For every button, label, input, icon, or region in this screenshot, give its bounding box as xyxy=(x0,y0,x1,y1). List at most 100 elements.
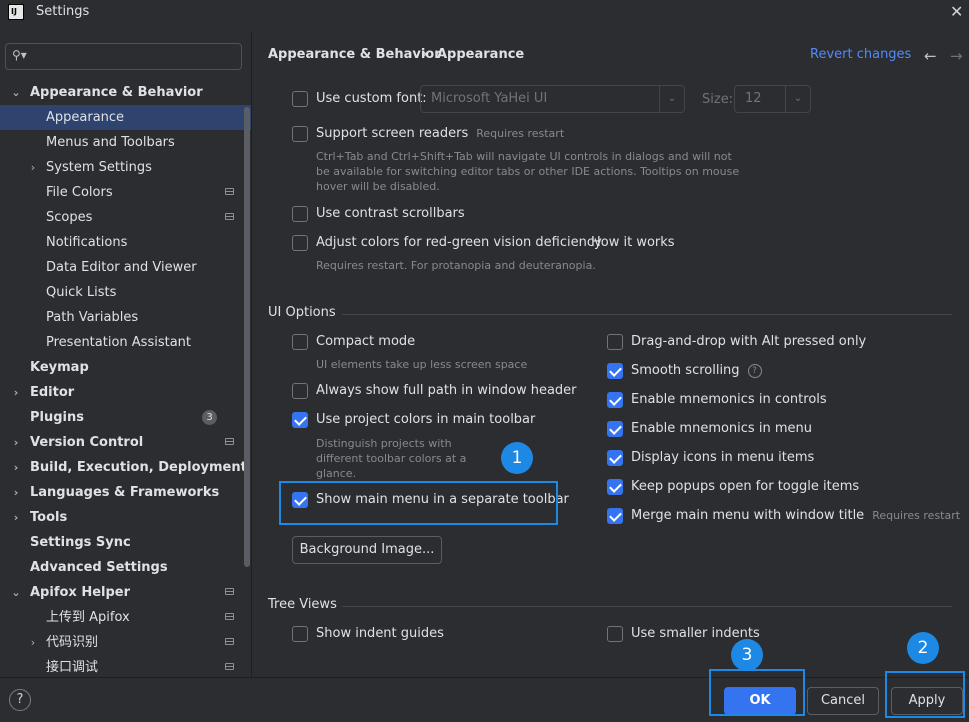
sidebar-item-label: 上传到 Apifox xyxy=(46,610,130,625)
back-arrow-icon[interactable]: ← xyxy=(924,47,937,65)
sidebar-item-tools[interactable]: › Tools xyxy=(0,505,251,530)
chevron-right-icon: › xyxy=(30,636,36,649)
project-level-icon xyxy=(225,588,234,595)
sidebar-item-data-editor[interactable]: Data Editor and Viewer xyxy=(0,255,251,280)
merge-main-menu-label: Merge main menu with window title Require… xyxy=(631,508,960,523)
font-select[interactable]: Microsoft YaHei UI ⌄ xyxy=(420,85,685,113)
close-icon[interactable]: ✕ xyxy=(950,2,963,21)
project-colors-hint: Distinguish projects with different tool… xyxy=(316,437,467,480)
indent-guides-checkbox[interactable] xyxy=(292,626,308,642)
screen-readers-text: Support screen readers xyxy=(316,126,469,141)
keep-popups-checkbox[interactable] xyxy=(607,479,623,495)
mnemonics-controls-checkbox[interactable] xyxy=(607,392,623,408)
sidebar-item-label: Scopes xyxy=(46,210,93,225)
sidebar-item-plugins[interactable]: Plugins 3 xyxy=(0,405,251,430)
sidebar-item-label: Build, Execution, Deployment xyxy=(30,460,247,475)
screen-readers-checkbox[interactable] xyxy=(292,126,308,142)
contrast-scrollbars-label: Use contrast scrollbars xyxy=(316,206,465,221)
sidebar-item-label: Presentation Assistant xyxy=(46,335,191,350)
menu-icons-checkbox[interactable] xyxy=(607,450,623,466)
sidebar-item-upload-apifox[interactable]: 上传到 Apifox xyxy=(0,605,251,630)
sidebar-item-label: Settings Sync xyxy=(30,535,131,550)
compact-mode-checkbox[interactable] xyxy=(292,334,308,350)
sidebar-item-label: Notifications xyxy=(46,235,128,250)
help-button[interactable]: ? xyxy=(9,689,31,711)
mnemonics-menu-label: Enable mnemonics in menu xyxy=(631,421,812,436)
sidebar-item-settings-sync[interactable]: Settings Sync xyxy=(0,530,251,555)
smaller-indents-checkbox[interactable] xyxy=(607,626,623,642)
menu-icons-label: Display icons in menu items xyxy=(631,450,815,465)
sidebar-item-version-control[interactable]: › Version Control xyxy=(0,430,251,455)
color-deficiency-label: Adjust colors for red-green vision defic… xyxy=(316,235,602,250)
chevron-right-icon: › xyxy=(13,386,19,399)
sidebar-item-label: Version Control xyxy=(30,435,144,450)
sidebar-item-appearance[interactable]: Appearance xyxy=(0,105,251,130)
compact-mode-label: Compact mode xyxy=(316,334,416,349)
mnemonics-menu-checkbox[interactable] xyxy=(607,421,623,437)
custom-font-checkbox[interactable] xyxy=(292,91,308,107)
sidebar-scrollbar[interactable] xyxy=(244,107,250,567)
sidebar-item-quick-lists[interactable]: Quick Lists xyxy=(0,280,251,305)
chevron-down-icon: ⌄ xyxy=(11,86,21,99)
forward-arrow-icon[interactable]: → xyxy=(950,47,963,65)
sidebar-item-api-debug[interactable]: 接口调试 xyxy=(0,655,251,677)
sidebar-item-label: Tools xyxy=(30,510,68,525)
window-title: Settings xyxy=(36,4,90,19)
sidebar-item-keymap[interactable]: Keymap xyxy=(0,355,251,380)
smooth-scrolling-label: Smooth scrolling? xyxy=(631,363,762,378)
background-image-button[interactable]: Background Image... xyxy=(292,536,442,564)
project-level-icon xyxy=(225,188,234,195)
requires-restart-hint: Requires restart xyxy=(872,509,961,522)
search-input[interactable]: ⚲▾ xyxy=(5,43,242,70)
sidebar-item-file-colors[interactable]: File Colors xyxy=(0,180,251,205)
full-path-checkbox[interactable] xyxy=(292,383,308,399)
tree-views-heading: Tree Views xyxy=(268,597,337,612)
section-separator xyxy=(342,606,952,607)
sidebar-item-path-variables[interactable]: Path Variables xyxy=(0,305,251,330)
step-marker-2: 2 xyxy=(907,632,939,664)
color-deficiency-checkbox[interactable] xyxy=(292,235,308,251)
breadcrumb-parent[interactable]: Appearance & Behavior xyxy=(268,47,441,62)
settings-sidebar: ⚲▾ ⌄ Appearance & Behavior Appearance Me… xyxy=(0,32,251,677)
sidebar-item-scopes[interactable]: Scopes xyxy=(0,205,251,230)
smooth-scrolling-checkbox[interactable] xyxy=(607,363,623,379)
plugins-count-badge: 3 xyxy=(202,410,217,425)
sidebar-item-presentation-assistant[interactable]: Presentation Assistant xyxy=(0,330,251,355)
font-size-value: 12 xyxy=(745,91,762,106)
sidebar-item-code-recognition[interactable]: › 代码识别 xyxy=(0,630,251,655)
screen-readers-description: Ctrl+Tab and Ctrl+Shift+Tab will navigat… xyxy=(316,150,740,193)
sidebar-item-label: Path Variables xyxy=(46,310,139,325)
ui-options-heading: UI Options xyxy=(268,305,336,320)
merge-main-menu-checkbox[interactable] xyxy=(607,508,623,524)
keep-popups-label: Keep popups open for toggle items xyxy=(631,479,860,494)
color-deficiency-hint: Requires restart. For protanopia and deu… xyxy=(316,259,596,272)
search-icon: ⚲▾ xyxy=(12,48,27,62)
chevron-down-icon: ⌄ xyxy=(659,86,684,112)
project-colors-checkbox[interactable] xyxy=(292,412,308,428)
merge-main-menu-text: Merge main menu with window title xyxy=(631,508,865,523)
sidebar-item-system-settings[interactable]: › System Settings xyxy=(0,155,251,180)
how-it-works-link[interactable]: How it works xyxy=(591,235,675,250)
font-select-value: Microsoft YaHei UI xyxy=(431,91,548,106)
full-path-label: Always show full path in window header xyxy=(316,383,577,398)
help-icon[interactable]: ? xyxy=(747,364,762,378)
sidebar-item-menus-toolbars[interactable]: Menus and Toolbars xyxy=(0,130,251,155)
highlight-box-3 xyxy=(709,669,805,716)
cancel-button[interactable]: Cancel xyxy=(807,687,879,715)
contrast-scrollbars-checkbox[interactable] xyxy=(292,206,308,222)
project-colors-label: Use project colors in main toolbar xyxy=(316,412,536,427)
sidebar-item-label: Quick Lists xyxy=(46,285,117,300)
custom-font-label: Use custom font: xyxy=(316,91,427,106)
sidebar-item-apifox-helper[interactable]: ⌄ Apifox Helper xyxy=(0,580,251,605)
step-marker-1: 1 xyxy=(501,442,533,474)
chevron-right-icon: › xyxy=(13,486,19,499)
sidebar-item-languages-frameworks[interactable]: › Languages & Frameworks xyxy=(0,480,251,505)
font-size-select[interactable]: 12 ⌄ xyxy=(734,85,811,113)
sidebar-item-advanced-settings[interactable]: Advanced Settings xyxy=(0,555,251,580)
sidebar-item-notifications[interactable]: Notifications xyxy=(0,230,251,255)
drag-drop-alt-checkbox[interactable] xyxy=(607,334,623,350)
sidebar-item-appearance-behavior[interactable]: ⌄ Appearance & Behavior xyxy=(0,80,251,105)
revert-changes-link[interactable]: Revert changes xyxy=(810,47,911,62)
sidebar-item-editor[interactable]: › Editor xyxy=(0,380,251,405)
sidebar-item-build-execution[interactable]: › Build, Execution, Deployment xyxy=(0,455,251,480)
